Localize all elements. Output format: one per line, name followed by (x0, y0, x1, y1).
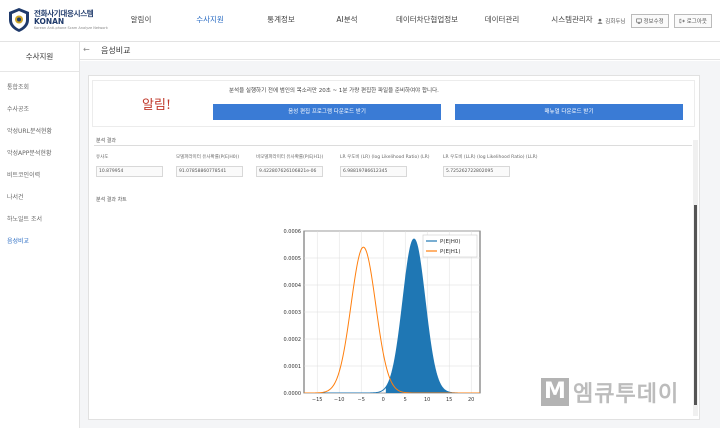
prob-h0-label: 모델파라미터 유사확률(P(E|H0)) (176, 155, 240, 160)
sidebar: 수사지원 통합조회 수사공조 악성URL분석현황 악성APP분석현황 비트코인이… (0, 42, 80, 428)
sidebar-item-case[interactable]: 나서건 (7, 192, 24, 201)
y-tick-label: 0.0004 (284, 283, 302, 289)
y-tick-label: 0.0005 (284, 256, 302, 262)
page-title: 음성비교 (101, 46, 131, 55)
sidebar-item-voice-compare[interactable]: 음성비교 (7, 236, 29, 245)
watermark-text: 엠큐투데이 (573, 382, 680, 407)
download-editor-button[interactable]: 음성 편집 프로그램 다운로드 받기 (213, 104, 441, 120)
x-tick-label: 15 (446, 397, 452, 403)
nav-item-block-info[interactable]: 데이터차단협업정보 (382, 14, 472, 25)
results-divider (94, 145, 692, 146)
x-tick-label: −10 (334, 397, 345, 403)
logout-button[interactable]: 로그아웃 (673, 14, 712, 28)
legend: P(E|H0) P(E|H1) (422, 234, 478, 258)
lr-value: 6.98819786612345 (340, 166, 407, 177)
x-tick-label: 5 (404, 397, 407, 403)
nav-item-alert[interactable]: 알림이 (112, 14, 170, 25)
probability-distribution-chart: 0.0000 0.0001 0.0002 0.0003 0.0004 0.0005 0.00… (284, 229, 481, 403)
download-manual-button[interactable]: 매뉴얼 다운로드 받기 (455, 104, 683, 120)
logout-icon (679, 18, 685, 24)
watermark-logo-icon: M (541, 378, 569, 406)
user-name: 김회두님 (605, 19, 626, 25)
monitor-icon (635, 18, 642, 24)
edit-info-button[interactable]: 정보수정 (630, 14, 669, 28)
y-tick-label: 0.0003 (284, 310, 302, 316)
y-tick-label: 0.0006 (284, 229, 302, 235)
similarity-value: 10.879954 (96, 166, 163, 177)
nav-item-ai-analysis[interactable]: AI분석 (312, 14, 382, 25)
x-tick-label: −5 (358, 397, 365, 403)
logo-title-english: KONAN (34, 16, 65, 26)
llr-value: 5.725262722802095 (443, 166, 510, 177)
llr-label: LR 우도비 (LLR) (log Likelihood Ratio) (LLR… (443, 155, 538, 160)
nav-item-investigation[interactable]: 수사지원 (170, 14, 250, 25)
user-area: 김회두님 정보수정 로그아웃 (597, 14, 712, 28)
edit-info-label: 정보수정 (643, 19, 664, 25)
y-tick-label: 0.0000 (284, 391, 302, 397)
logo[interactable]: 전화사기대응시스템 KONAN Korean Anti-phone Scam A… (8, 7, 108, 33)
similarity-label: 유사도 (96, 155, 109, 160)
logout-label: 로그아웃 (686, 19, 707, 25)
y-tick-label: 0.0001 (284, 364, 302, 370)
sidebar-item-bitcoin[interactable]: 비트코인이력 (7, 170, 40, 179)
alert-title: 알림! (142, 98, 172, 113)
legend-h0-label: P(E|H0) (440, 239, 461, 245)
nav-item-data-management[interactable]: 데이터관리 (472, 14, 532, 25)
prob-h1-value: 9.422807626106821e-06 (256, 166, 323, 177)
results-section-label: 분석 결과 (96, 138, 116, 144)
main-nav: 알림이 수사지원 통계정보 AI분석 데이터차단협업정보 데이터관리 시스템관리… (112, 14, 612, 25)
top-header: 전화사기대응시스템 KONAN Korean Anti-phone Scam A… (0, 0, 720, 42)
scrollbar-thumb[interactable] (694, 205, 697, 405)
watermark: M 엠큐투데이 (541, 376, 679, 408)
x-tick-label: −15 (312, 397, 323, 403)
sidebar-item-malicious-app[interactable]: 악성APP분석현황 (7, 148, 51, 157)
y-tick-label: 0.0002 (284, 337, 302, 343)
page-titlebar: ← 음성비교 (80, 42, 720, 60)
lr-label: LR 우도비 (LR) (log Likelihood Ratio) (LR) (340, 155, 430, 160)
alert-message: 분석을 실행하기 전에 범인의 목소리만 20초 ~ 1분 가량 편집한 파일을… (229, 88, 439, 94)
user-icon (597, 18, 603, 24)
sidebar-item-integrated-search[interactable]: 통합조회 (7, 82, 29, 91)
sidebar-item-cooperation[interactable]: 수사공조 (7, 104, 29, 113)
sidebar-item-report[interactable]: 하노일트 조서 (7, 214, 42, 223)
chart-section-label: 분석 결과 차트 (96, 197, 127, 203)
logo-subtitle: Korean Anti-phone Scam Analyze Network (34, 25, 108, 30)
x-tick-label: 10 (424, 397, 430, 403)
sidebar-title: 수사지원 (0, 42, 79, 72)
nav-item-statistics[interactable]: 통계정보 (250, 14, 312, 25)
police-shield-icon (9, 8, 29, 32)
legend-h1-label: P(E|H1) (440, 249, 461, 255)
prob-h1-label: 비모델파라미터 유사확률(P(E|H1)) (256, 155, 324, 160)
x-tick-label: 20 (468, 397, 474, 403)
prob-h0-value: 91.07858860778541 (176, 166, 243, 177)
user-profile[interactable]: 김회두님 (597, 17, 626, 25)
sidebar-item-malicious-url[interactable]: 악성URL분석현황 (7, 126, 52, 135)
back-arrow-icon[interactable]: ← (83, 45, 90, 54)
x-tick-label: 0 (382, 397, 385, 403)
